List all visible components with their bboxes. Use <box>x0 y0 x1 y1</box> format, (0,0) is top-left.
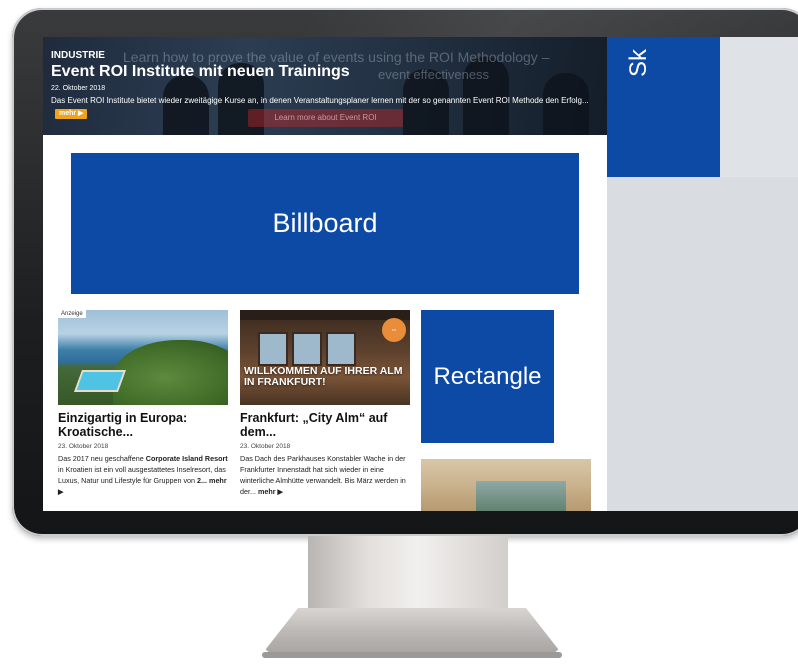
image-nav-bar <box>240 310 410 320</box>
image-badge: ••• <box>382 318 406 342</box>
monitor-stand-foot <box>262 652 562 658</box>
article-teaser-bold: Corporate Island Resort <box>145 454 228 463</box>
glass-facade-shape <box>476 481 566 511</box>
article-title[interactable]: Einzigartig in Europa: Kroatische... <box>58 411 228 439</box>
hero-category[interactable]: INDUSTRIE <box>51 50 105 61</box>
article-date: 23. Oktober 2018 <box>240 443 291 450</box>
island-shape <box>113 340 228 405</box>
article-card[interactable]: ••• WILLKOMMEN AUF IHRER ALM IN FRANKFUR… <box>240 310 410 497</box>
article-image[interactable]: Anzeige <box>58 310 228 405</box>
hero-text: Das Event ROI Institute bietet wieder zw… <box>51 95 596 119</box>
monitor-screen: Learn how to prove the value of events u… <box>43 37 798 511</box>
more-link[interactable]: mehr ▶ <box>258 487 283 496</box>
hero-title[interactable]: Event ROI Institute mit neuen Trainings <box>51 63 350 81</box>
rectangle-ad[interactable]: Rectangle <box>421 310 554 443</box>
web-page: Learn how to prove the value of events u… <box>43 37 607 511</box>
hero-background-text-2: event effectiveness <box>378 67 490 82</box>
billboard-label: Billboard <box>272 208 378 238</box>
article-teaser-bold-2: 2... <box>197 476 208 485</box>
window-shape <box>258 332 288 366</box>
article-date: 23. Oktober 2018 <box>58 443 109 450</box>
hero-date: 22. Oktober 2018 <box>51 85 106 92</box>
ad-badge: Anzeige <box>58 310 86 318</box>
article-title[interactable]: Frankfurt: „City Alm“ auf dem... <box>240 411 410 439</box>
window-shape <box>326 332 356 366</box>
article-teaser: Das 2017 neu geschaffene Corporate Islan… <box>58 453 228 497</box>
article-teaser-text: Das 2017 neu geschaffene <box>58 454 146 463</box>
skyscraper-ad[interactable]: Sk <box>607 37 720 177</box>
hero-teaser[interactable]: Learn how to prove the value of events u… <box>43 37 607 135</box>
article-teaser: Das Dach des Parkhauses Konstabler Wache… <box>240 453 410 497</box>
rectangle-label: Rectangle <box>433 362 542 390</box>
article-image[interactable] <box>421 459 591 511</box>
billboard-ad[interactable]: Billboard <box>71 153 579 294</box>
pool-shape <box>73 370 127 392</box>
monitor-stand-neck <box>308 536 508 620</box>
window-shape <box>292 332 322 366</box>
hero-text-body: Das Event ROI Institute bietet wieder zw… <box>51 96 589 105</box>
monitor-stand-base <box>262 608 562 654</box>
skyscraper-label: Sk <box>625 48 652 77</box>
article-image[interactable]: ••• WILLKOMMEN AUF IHRER ALM IN FRANKFUR… <box>240 310 410 405</box>
article-card[interactable]: Anzeige Einzigartig in Europa: Kroatisch… <box>58 310 228 497</box>
image-caption: WILLKOMMEN AUF IHRER ALM IN FRANKFURT! <box>244 365 403 388</box>
hero-more-button[interactable]: mehr ▶ <box>55 109 88 119</box>
sidebar-background <box>607 177 798 511</box>
